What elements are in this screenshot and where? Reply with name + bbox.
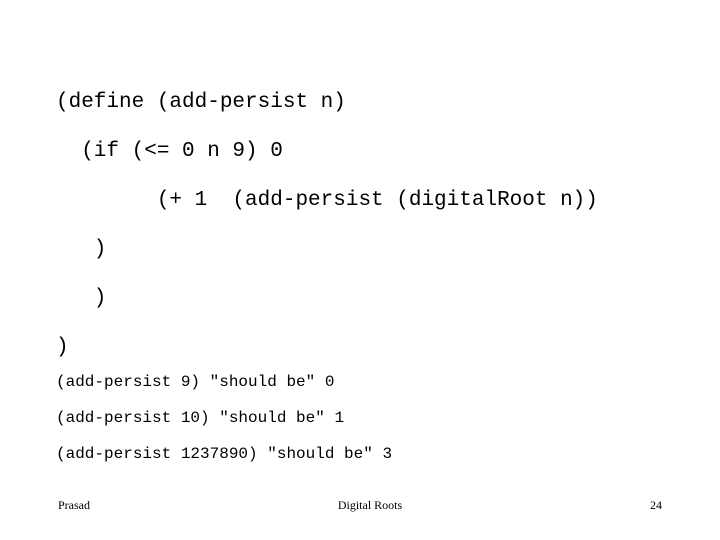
code-line: (define (add-persist n) — [56, 91, 346, 114]
code-block: (define (add-persist n) (if (<= 0 n 9) 0… — [56, 78, 696, 372]
footer-author: Prasad — [58, 497, 90, 512]
code-line: ) — [56, 238, 107, 261]
footer-title: Digital Roots — [337, 497, 403, 512]
test-line: (add-persist 9) "should be" 0 — [56, 373, 335, 391]
test-line: (add-persist 1237890) "should be" 3 — [56, 445, 393, 463]
code-line: (+ 1 (add-persist (digitalRoot n)) — [56, 189, 598, 212]
test-expectations-block: (add-persist 9) "should be" 0 (add-persi… — [56, 364, 696, 472]
test-line: (add-persist 10) "should be" 1 — [56, 409, 345, 427]
code-line: (if (<= 0 n 9) 0 — [56, 140, 283, 163]
code-line: ) — [56, 287, 107, 310]
footer-page-number: 24 — [650, 497, 662, 512]
slide-footer: Prasad Digital Roots 24 — [58, 495, 662, 515]
slide-canvas: (define (add-persist n) (if (<= 0 n 9) 0… — [0, 0, 720, 540]
